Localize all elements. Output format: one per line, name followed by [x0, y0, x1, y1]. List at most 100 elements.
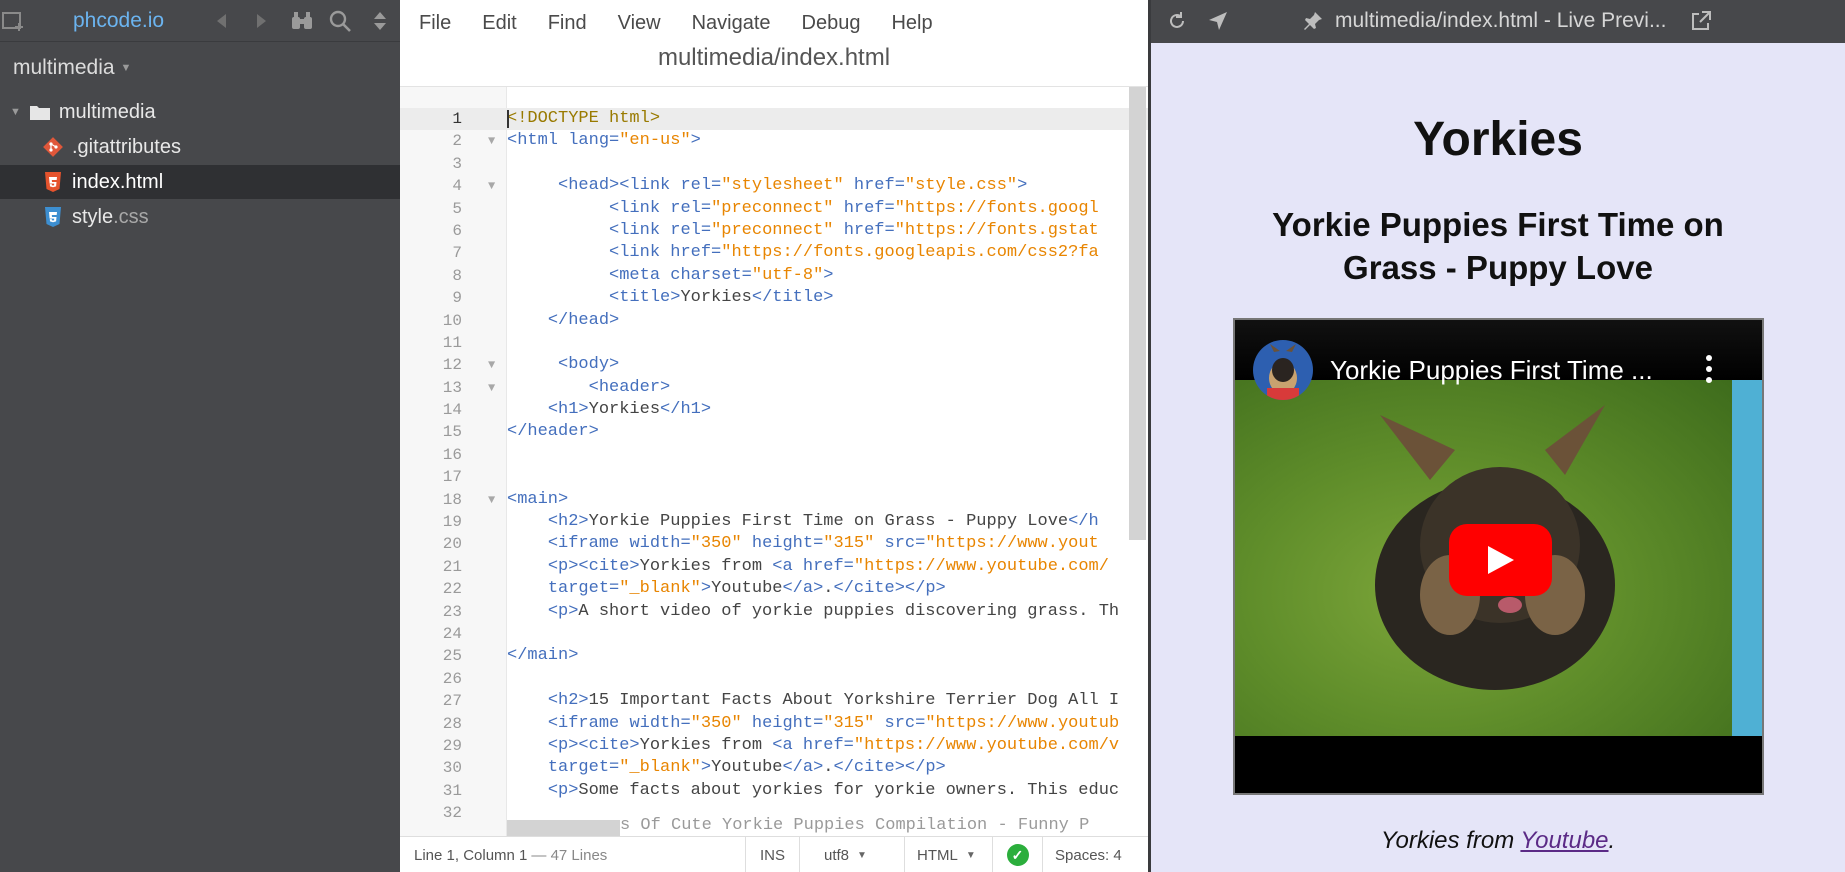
- insert-mode-toggle[interactable]: INS: [745, 837, 799, 872]
- code-token: <link: [609, 198, 661, 218]
- code-line[interactable]: 5 <link rel="preconnect" href="https://f…: [400, 198, 1148, 220]
- code-line[interactable]: 27 <h2>15 Important Facts About Yorkshir…: [400, 690, 1148, 712]
- tree-file-label: .gitattributes: [72, 135, 181, 158]
- tree-file-style-css[interactable]: style.css: [0, 200, 400, 234]
- code-line[interactable]: 28 <iframe width="350" height="315" src=…: [400, 713, 1148, 735]
- video-thumbnail-background: [1732, 380, 1762, 736]
- fold-toggle-icon[interactable]: ▼: [488, 130, 495, 152]
- code-line[interactable]: 19 <h2>Yorkie Puppies First Time on Gras…: [400, 511, 1148, 533]
- menu-debug[interactable]: Debug: [802, 12, 861, 35]
- code-token: height=: [751, 534, 824, 554]
- code-line[interactable]: 22 target="_blank">Youtube</a>.</cite></…: [400, 578, 1148, 600]
- code-token: href=: [843, 220, 895, 240]
- open-external-icon[interactable]: [1689, 9, 1713, 33]
- embedded-video[interactable]: Yorkie Puppies First Time ...: [1233, 318, 1764, 795]
- menu-find[interactable]: Find: [548, 12, 587, 35]
- code-line[interactable]: 24: [400, 623, 1148, 645]
- code-token: href=: [670, 243, 722, 263]
- tree-file-index-html[interactable]: index.html: [0, 165, 400, 199]
- menu-edit[interactable]: Edit: [482, 12, 516, 35]
- code-token: <p>: [547, 780, 579, 800]
- code-line[interactable]: 29 <p><cite>Yorkies from <a href="https:…: [400, 735, 1148, 757]
- menu-view[interactable]: View: [618, 12, 661, 35]
- code-line[interactable]: 7 <link href="https://fonts.googleapis.c…: [400, 242, 1148, 264]
- code-line[interactable]: 12 ▼ <body>: [400, 354, 1148, 376]
- code-line[interactable]: 17: [400, 466, 1148, 488]
- fold-toggle-icon[interactable]: ▼: [488, 377, 495, 399]
- more-options-icon[interactable]: [1703, 355, 1715, 383]
- code-line[interactable]: 10 </head>: [400, 310, 1148, 332]
- line-number: 3: [452, 154, 462, 173]
- code-line[interactable]: 3: [400, 153, 1148, 175]
- code-line[interactable]: 13 ▼ <header>: [400, 377, 1148, 399]
- code-token: <head>: [558, 176, 620, 196]
- code-area[interactable]: 1 <!DOCTYPE html> 2 ▼ <html lang="en-us"> 3…: [400, 108, 1148, 836]
- menu-help[interactable]: Help: [891, 12, 932, 35]
- language-label: HTML: [917, 846, 958, 864]
- collapse-expand-icon[interactable]: [367, 8, 393, 34]
- code-line[interactable]: 1 <!DOCTYPE html>: [400, 108, 1148, 131]
- code-token: Youtube: [711, 579, 783, 599]
- menu-navigate[interactable]: Navigate: [692, 12, 771, 35]
- fold-toggle-icon[interactable]: ▼: [488, 354, 495, 376]
- code-line[interactable]: 20 <iframe width="350" height="315" src=…: [400, 533, 1148, 555]
- code-line[interactable]: 26: [400, 668, 1148, 690]
- code-line[interactable]: 31 <p>Some facts about yorkies for yorki…: [400, 780, 1148, 802]
- line-count: — 47 Lines: [531, 846, 608, 864]
- code-line[interactable]: 21 <p><cite>Yorkies from <a href="https:…: [400, 556, 1148, 578]
- youtube-link[interactable]: Youtube: [1520, 827, 1608, 854]
- nav-back-icon[interactable]: [208, 8, 234, 34]
- tree-file-label: index.html: [72, 171, 163, 194]
- lint-status[interactable]: ✓: [992, 837, 1042, 872]
- line-number: 31: [442, 781, 462, 800]
- code-token: "https://fonts.gstat: [894, 220, 1099, 240]
- new-project-icon[interactable]: [0, 8, 26, 34]
- code-line[interactable]: 16: [400, 444, 1148, 466]
- code-token: "utf-8": [751, 265, 824, 285]
- code-line[interactable]: 18 ▼ <main>: [400, 489, 1148, 511]
- reload-icon[interactable]: [1165, 9, 1189, 33]
- code-line[interactable]: 30 target="_blank">Youtube</a>.</cite></…: [400, 757, 1148, 779]
- code-token: href=: [853, 176, 905, 196]
- play-button[interactable]: [1449, 524, 1552, 596]
- code-line[interactable]: 15 </header>: [400, 421, 1148, 443]
- pin-icon[interactable]: [1301, 9, 1325, 33]
- nav-forward-icon[interactable]: [249, 8, 275, 34]
- fold-toggle-icon[interactable]: ▼: [488, 489, 495, 511]
- search-icon[interactable]: [327, 8, 353, 34]
- indent-settings[interactable]: Spaces: 4: [1042, 837, 1148, 872]
- line-number: 4: [452, 177, 462, 196]
- horizontal-scrollbar[interactable]: [507, 820, 620, 836]
- language-dropdown[interactable]: HTML ▼: [904, 837, 992, 872]
- code-token: </a>: [782, 579, 824, 599]
- tree-folder-multimedia[interactable]: ▼ multimedia: [0, 95, 400, 129]
- code-line[interactable]: 8 <meta charset="utf-8">: [400, 265, 1148, 287]
- menu-bar: File Edit Find View Navigate Debug Help: [400, 0, 1148, 46]
- code-line[interactable]: 4 ▼ <head><link rel="stylesheet" href="st…: [400, 175, 1148, 197]
- code-token: "350": [690, 534, 742, 554]
- vertical-scrollbar[interactable]: [1129, 87, 1146, 540]
- code-line[interactable]: 23 <p>A short video of yorkie puppies di…: [400, 601, 1148, 623]
- line-number: 19: [442, 513, 462, 532]
- code-token: height=: [751, 713, 824, 733]
- code-line[interactable]: 2 ▼ <html lang="en-us">: [400, 130, 1148, 152]
- navigate-arrow-icon[interactable]: [1206, 9, 1230, 33]
- tree-file-gitattributes[interactable]: .gitattributes: [0, 130, 400, 164]
- code-line[interactable]: 9 <title>Yorkies</title>: [400, 287, 1148, 309]
- status-bar: Line 1, Column 1 — 47 Lines INS utf8 ▼ HT…: [400, 836, 1148, 872]
- code-line[interactable]: 14 <h1>Yorkies</h1>: [400, 399, 1148, 421]
- folder-expand-icon[interactable]: ▼: [10, 106, 21, 118]
- code-line[interactable]: 11: [400, 332, 1148, 354]
- line-number: 7: [452, 244, 462, 263]
- menu-file[interactable]: File: [419, 12, 451, 35]
- fold-toggle-icon[interactable]: ▼: [488, 175, 495, 197]
- encoding-dropdown[interactable]: utf8 ▼: [799, 837, 904, 872]
- project-selector[interactable]: multimedia ▼: [13, 56, 131, 80]
- brand-title[interactable]: phcode.io: [73, 9, 164, 33]
- code-line[interactable]: 6 <link rel="preconnect" href="https://f…: [400, 220, 1148, 242]
- cursor-position[interactable]: Line 1, Column 1 — 47 Lines: [414, 837, 607, 872]
- channel-avatar[interactable]: [1253, 340, 1313, 400]
- video-title[interactable]: Yorkie Puppies First Time ...: [1330, 355, 1653, 386]
- code-line[interactable]: 25 </main>: [400, 645, 1148, 667]
- find-in-files-icon[interactable]: [289, 8, 315, 34]
